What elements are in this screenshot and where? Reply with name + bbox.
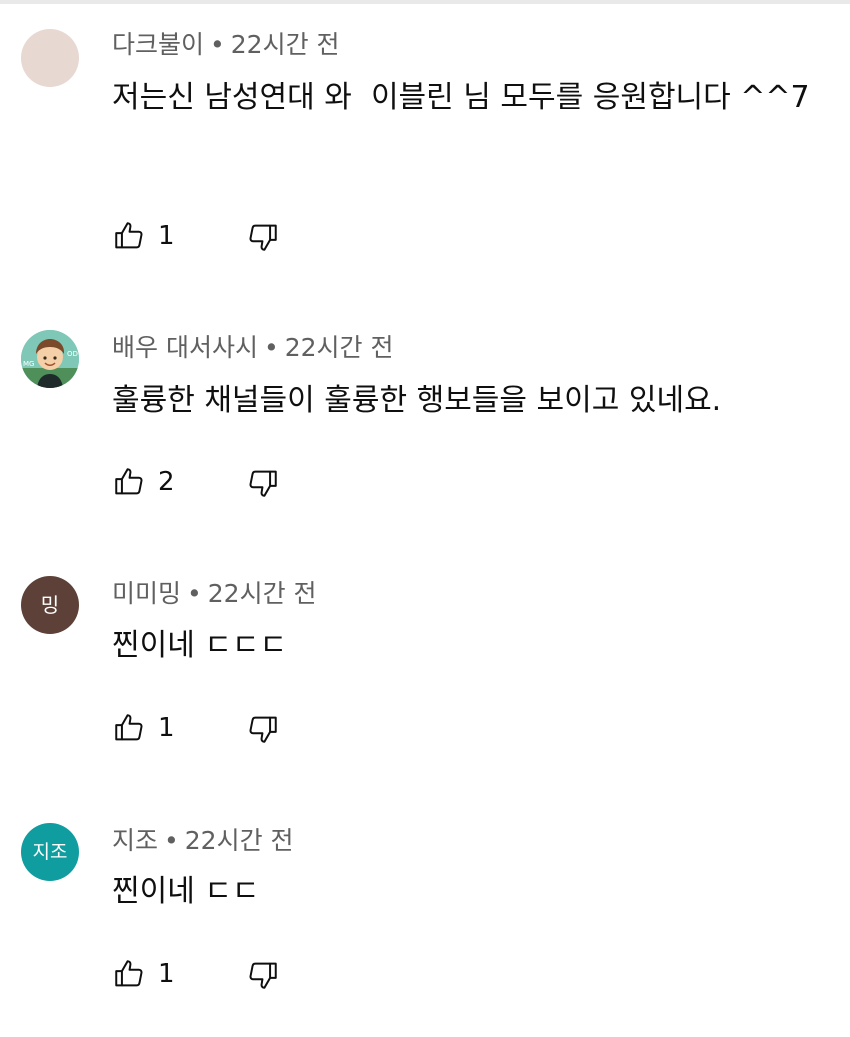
thumbs-up-icon bbox=[115, 960, 143, 987]
comment-meta: 배우 대서사시 • 22시간 전 bbox=[112, 330, 393, 366]
comment-actions: 1 bbox=[112, 954, 277, 994]
dislike-button[interactable] bbox=[246, 958, 280, 996]
comment-time[interactable]: 22시간 전 bbox=[185, 826, 294, 855]
comment-text: 저는신 남성연대 와 이블린 님 모두를 응원합니다 ^^7 bbox=[112, 80, 810, 115]
thumbs-up-icon bbox=[115, 468, 143, 495]
comment-text: 훌륭한 채널들이 훌륭한 행보들을 보이고 있네요. bbox=[112, 383, 722, 418]
meta-separator: • bbox=[164, 826, 179, 855]
comment-text: 찐이네 ㄷㄷㄷ bbox=[112, 628, 288, 663]
like-button[interactable]: 1 bbox=[112, 957, 178, 991]
comment-meta: 다크불이 • 22시간 전 bbox=[112, 27, 340, 63]
comment-time[interactable]: 22시간 전 bbox=[285, 333, 394, 362]
comment-author[interactable]: 미미밍 bbox=[112, 579, 181, 608]
thumbs-down-icon bbox=[249, 224, 277, 251]
like-count: 1 bbox=[158, 713, 175, 743]
avatar[interactable]: 밍 bbox=[21, 576, 79, 634]
comment-time[interactable]: 22시간 전 bbox=[208, 579, 317, 608]
comment-author[interactable]: 지조 bbox=[112, 826, 158, 855]
like-button[interactable]: 1 bbox=[112, 711, 178, 745]
meta-separator: • bbox=[210, 30, 225, 59]
comment-meta: 지조 • 22시간 전 bbox=[112, 823, 294, 859]
comment-actions: 1 bbox=[112, 708, 277, 748]
thumbs-up-icon bbox=[115, 714, 143, 741]
like-button[interactable]: 2 bbox=[112, 465, 178, 499]
like-count: 1 bbox=[158, 959, 175, 989]
dislike-button[interactable] bbox=[246, 466, 280, 504]
svg-text:OD: OD bbox=[67, 350, 78, 358]
avatar-letter: 지조 bbox=[32, 840, 68, 863]
thumbs-down-icon bbox=[249, 716, 277, 743]
avatar[interactable]: 지조 bbox=[21, 823, 79, 881]
thumbs-down-icon bbox=[249, 962, 277, 989]
avatar[interactable] bbox=[21, 29, 79, 87]
top-divider bbox=[0, 0, 850, 4]
avatar-illustration: MG OD bbox=[21, 330, 79, 388]
dislike-button[interactable] bbox=[246, 220, 280, 258]
avatar[interactable]: MG OD bbox=[21, 330, 79, 388]
thumbs-up-icon bbox=[115, 222, 143, 249]
comment-time[interactable]: 22시간 전 bbox=[231, 30, 340, 59]
svg-text:MG: MG bbox=[23, 360, 34, 368]
dislike-button[interactable] bbox=[246, 712, 280, 750]
comment-author[interactable]: 배우 대서사시 bbox=[112, 333, 258, 362]
meta-separator: • bbox=[263, 333, 279, 362]
like-count: 1 bbox=[158, 221, 175, 251]
comment-text: 찐이네 ㄷㄷ bbox=[112, 874, 260, 909]
meta-separator: • bbox=[187, 579, 202, 608]
comment-meta: 미미밍 • 22시간 전 bbox=[112, 576, 317, 612]
like-count: 2 bbox=[158, 467, 175, 497]
comment-actions: 1 bbox=[112, 216, 277, 256]
like-button[interactable]: 1 bbox=[112, 219, 178, 253]
thumbs-down-icon bbox=[249, 470, 277, 497]
comment-actions: 2 bbox=[112, 462, 277, 502]
avatar-letter: 밍 bbox=[40, 593, 60, 617]
comment-author[interactable]: 다크불이 bbox=[112, 30, 204, 59]
